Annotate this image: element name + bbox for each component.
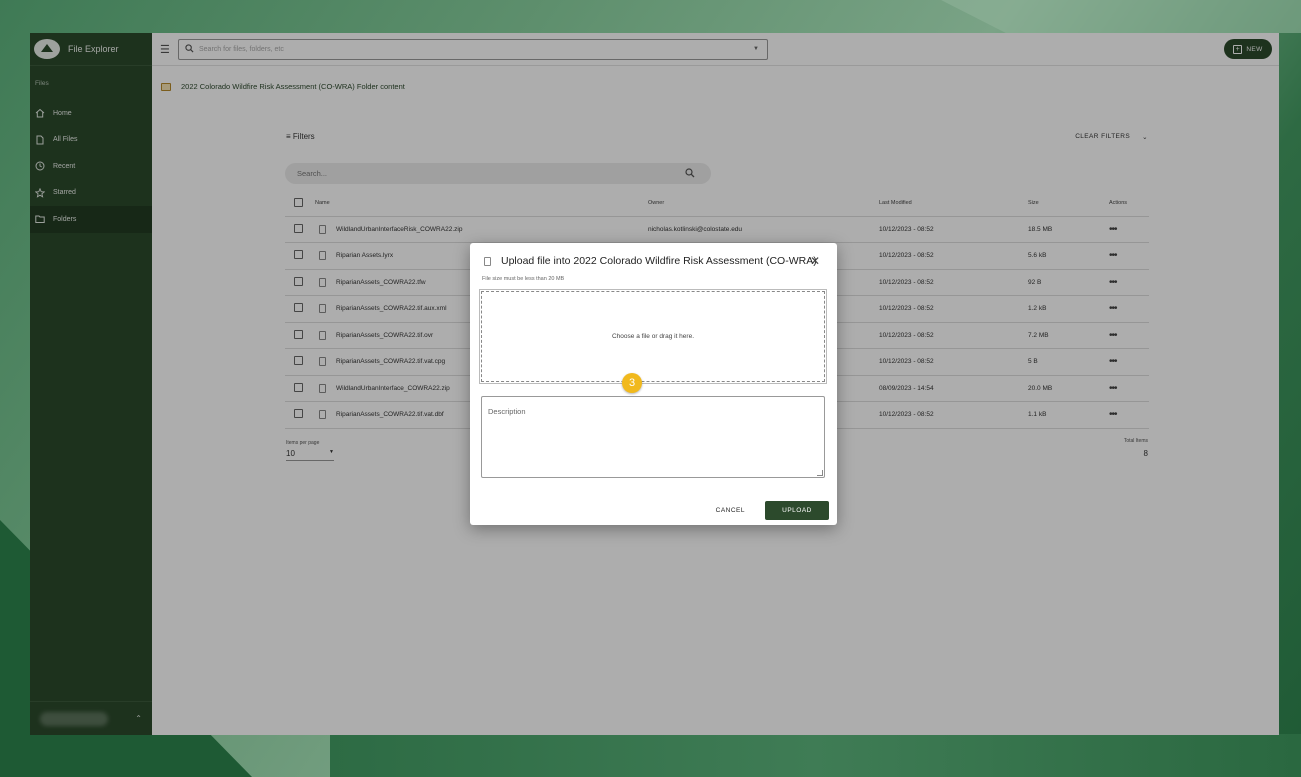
upload-button[interactable]: UPLOAD xyxy=(765,501,829,520)
dialog-header: Upload file into 2022 Colorado Wildfire … xyxy=(484,254,826,268)
close-icon[interactable]: ✕ xyxy=(810,254,820,268)
resize-handle[interactable] xyxy=(817,470,823,476)
dialog-actions: CANCEL UPLOAD xyxy=(716,501,829,520)
file-icon xyxy=(484,256,491,266)
file-dropzone[interactable]: Choose a file or drag it here. xyxy=(479,289,827,384)
upload-dialog: Upload file into 2022 Colorado Wildfire … xyxy=(470,243,837,525)
description-placeholder: Description xyxy=(488,407,526,416)
dialog-title: Upload file into 2022 Colorado Wildfire … xyxy=(501,255,817,267)
file-size-hint: File size must be less than 20 MB xyxy=(482,276,565,282)
description-textarea[interactable]: Description xyxy=(481,396,825,478)
step-badge: 3 xyxy=(622,373,642,393)
dropzone-text: Choose a file or drag it here. xyxy=(611,333,695,340)
cancel-button[interactable]: CANCEL xyxy=(716,507,745,514)
